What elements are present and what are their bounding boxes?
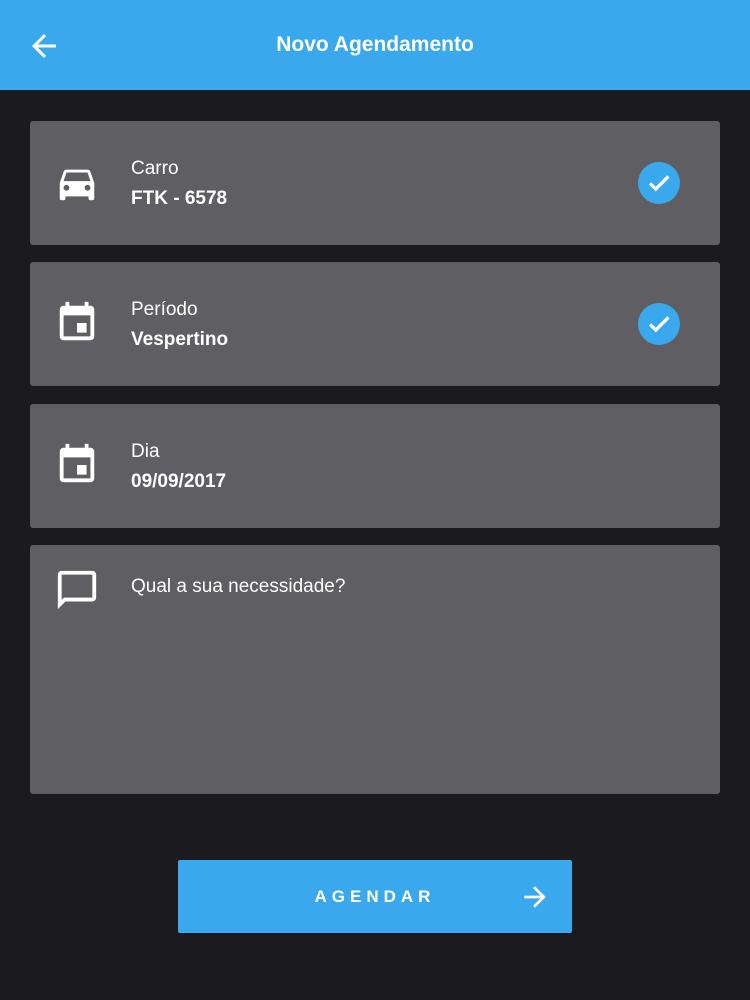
- period-label: Período: [131, 299, 198, 320]
- new-appointment-screen: Novo Agendamento Carro FTK - 6578 Períod…: [0, 0, 750, 1000]
- needs-textarea[interactable]: Qual a sua necessidade?: [30, 545, 720, 794]
- car-label: Carro: [131, 158, 179, 179]
- car-value: FTK - 6578: [131, 188, 228, 209]
- schedule-button-label: AGENDAR: [314, 887, 436, 906]
- day-value: 09/09/2017: [131, 471, 227, 492]
- period-value: Vespertino: [131, 329, 229, 350]
- day-label: Dia: [131, 441, 160, 462]
- message-icon: [54, 567, 100, 613]
- needs-placeholder: Qual a sua necessidade?: [131, 576, 346, 597]
- top-app-bar: Novo Agendamento: [0, 0, 750, 90]
- day-field[interactable]: Dia 09/09/2017: [30, 404, 720, 528]
- car-field[interactable]: Carro FTK - 6578: [30, 121, 720, 245]
- schedule-button[interactable]: AGENDAR: [178, 860, 572, 933]
- period-field[interactable]: Período Vespertino: [30, 262, 720, 386]
- calendar-icon: [54, 300, 100, 346]
- page-title: Novo Agendamento: [276, 33, 474, 56]
- check-icon: [638, 162, 680, 204]
- calendar-icon: [54, 442, 100, 488]
- car-icon: [54, 160, 100, 206]
- check-icon: [638, 303, 680, 345]
- arrow-right-icon: [518, 880, 552, 914]
